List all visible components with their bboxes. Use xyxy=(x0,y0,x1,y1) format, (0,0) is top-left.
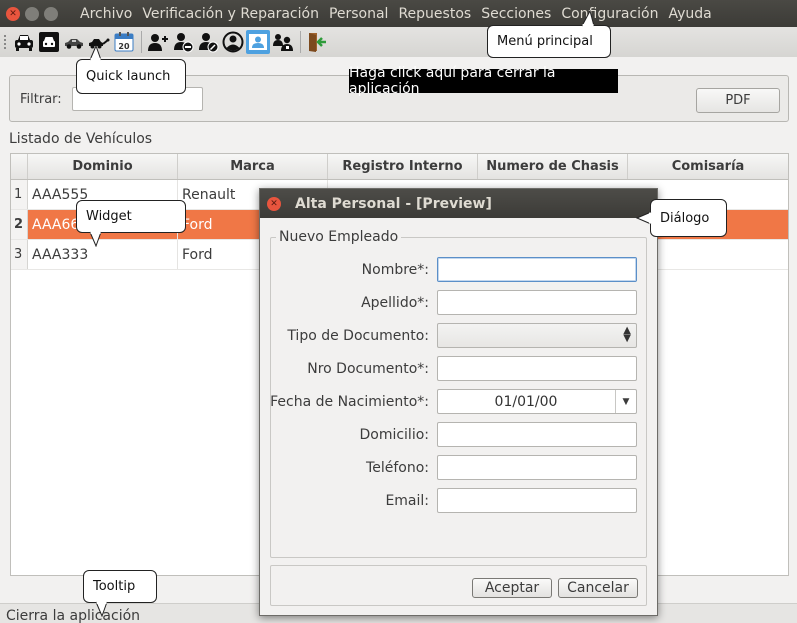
row-index: 1 xyxy=(11,180,28,209)
dialog-title-bar[interactable]: ✕ Alta Personal - [Preview] xyxy=(260,189,657,218)
calendar-icon[interactable]: 20 xyxy=(112,30,136,54)
callout-tooltip: Tooltip xyxy=(83,570,157,603)
filter-label: Filtrar: xyxy=(20,92,62,107)
callout-tooltip-tail xyxy=(95,601,108,617)
callout-dialogo: Diálogo xyxy=(650,199,727,237)
toolbar-grip[interactable] xyxy=(4,35,8,49)
user-edit-icon[interactable] xyxy=(196,30,220,54)
domicilio-label: Domicilio: xyxy=(359,427,429,443)
menu-ayuda[interactable]: Ayuda xyxy=(663,6,716,22)
row-index: 2 xyxy=(11,210,28,239)
header-dominio[interactable]: Dominio xyxy=(28,154,178,179)
user-circle-icon[interactable] xyxy=(221,30,245,54)
menu-archivo[interactable]: Archivo xyxy=(75,6,137,22)
header-registro-interno[interactable]: Registro Interno xyxy=(328,154,478,179)
nombre-label: Nombre*: xyxy=(361,262,429,278)
callout-menu-principal: Menú principal xyxy=(487,25,611,58)
callout-quick-launch: Quick launch xyxy=(76,59,186,94)
header-corner[interactable] xyxy=(11,154,28,179)
callout-dialog-tail xyxy=(636,211,652,225)
car-front-dark-icon[interactable] xyxy=(37,30,61,54)
car-front-icon[interactable] xyxy=(12,30,36,54)
tipo-documento-select[interactable]: ▲ ▼ xyxy=(437,323,637,348)
updown-arrows-icon: ▲ ▼ xyxy=(623,325,631,344)
callout-quick-tail xyxy=(89,45,102,61)
callout-widget-tail xyxy=(89,231,102,247)
email-label: Email: xyxy=(385,493,429,509)
fecha-nacimiento-label: Fecha de Nacimiento*: xyxy=(270,394,429,410)
callout-widget: Widget xyxy=(76,200,186,233)
dialog-close-button[interactable]: ✕ xyxy=(267,196,281,211)
toolbar-separator xyxy=(300,31,301,53)
user-remove-icon[interactable] xyxy=(171,30,195,54)
nombre-input[interactable] xyxy=(437,257,637,282)
menu-bar: ✕ Archivo Verificación y Reparación Pers… xyxy=(0,0,797,27)
table-header: Dominio Marca Registro Interno Numero de… xyxy=(11,154,788,180)
apellido-input[interactable] xyxy=(437,290,637,315)
menu-personal[interactable]: Personal xyxy=(324,6,394,22)
header-numero-chasis[interactable]: Numero de Chasis xyxy=(478,154,628,179)
header-marca[interactable]: Marca xyxy=(178,154,328,179)
menu-secciones[interactable]: Secciones xyxy=(476,6,556,22)
user-add-icon[interactable] xyxy=(146,30,170,54)
nro-documento-label: Nro Documento*: xyxy=(307,361,429,377)
close-app-tooltip: Haga click aquí para cerrar la aplicació… xyxy=(349,65,618,97)
exit-door-icon[interactable] xyxy=(305,30,329,54)
telefono-input[interactable] xyxy=(437,455,637,480)
nro-documento-input[interactable] xyxy=(437,356,637,381)
car-side-icon[interactable] xyxy=(62,30,86,54)
main-menu: Archivo Verificación y Reparación Person… xyxy=(75,6,717,22)
callout-menu-tail xyxy=(581,10,595,27)
apellido-label: Apellido*: xyxy=(361,295,429,311)
window-close-button[interactable]: ✕ xyxy=(6,6,20,21)
pdf-button[interactable]: PDF xyxy=(696,88,780,113)
telefono-label: Teléfono: xyxy=(366,460,429,476)
email-input[interactable] xyxy=(437,488,637,513)
cancelar-button[interactable]: Cancelar xyxy=(558,578,638,598)
aceptar-button[interactable]: Aceptar xyxy=(472,578,552,598)
domicilio-input[interactable] xyxy=(437,422,637,447)
list-title: Listado de Vehículos xyxy=(9,131,153,147)
dialog-button-box: Aceptar Cancelar xyxy=(270,565,647,606)
calendar-day-label: 20 xyxy=(118,42,130,51)
quick-launch-toolbar: 20 xyxy=(0,27,797,57)
header-comisaria[interactable]: Comisaría xyxy=(628,154,788,179)
status-text: Cierra la aplicación xyxy=(6,608,141,623)
alta-personal-dialog: ✕ Alta Personal - [Preview] Nuevo Emplea… xyxy=(259,188,658,616)
menu-repuestos[interactable]: Repuestos xyxy=(393,6,476,22)
user-card-icon[interactable] xyxy=(246,30,270,54)
window-minimize-button[interactable] xyxy=(25,6,39,21)
chevron-down-icon[interactable]: ▼ xyxy=(615,390,636,413)
employee-group-title: Nuevo Empleado xyxy=(276,229,402,245)
fecha-nacimiento-input[interactable]: 01/01/00 ▼ xyxy=(437,389,637,414)
menu-verificacion[interactable]: Verificación y Reparación xyxy=(137,6,324,22)
window-maximize-button[interactable] xyxy=(44,6,58,21)
users-group-icon[interactable] xyxy=(271,30,295,54)
menu-configuracion[interactable]: Configuración xyxy=(556,6,663,22)
tipo-documento-label: Tipo de Documento: xyxy=(287,328,429,344)
fecha-nacimiento-value: 01/01/00 xyxy=(494,394,558,410)
row-index: 3 xyxy=(11,240,28,269)
dialog-title: Alta Personal - [Preview] xyxy=(295,195,492,212)
toolbar-separator xyxy=(141,31,142,53)
